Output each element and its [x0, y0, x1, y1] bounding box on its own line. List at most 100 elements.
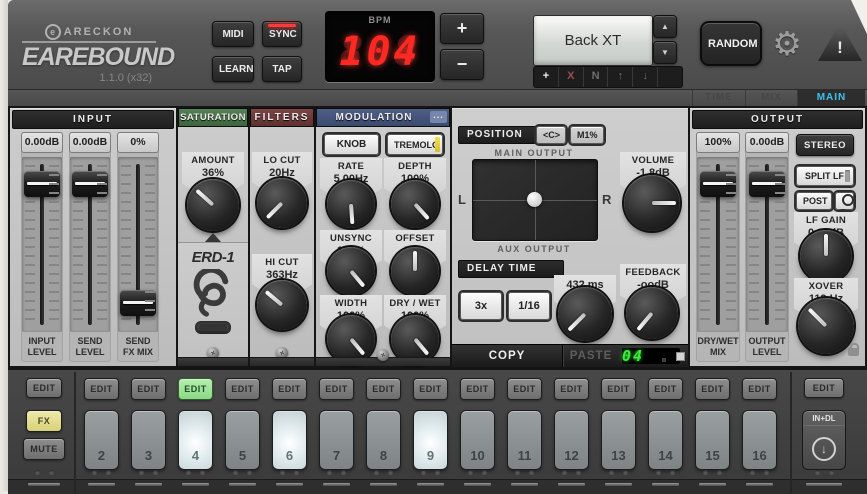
pad-15-edit-button[interactable]: EDIT	[695, 378, 730, 400]
pad-11-edit-button[interactable]: EDIT	[507, 378, 542, 400]
pad-9-edit-button[interactable]: EDIT	[413, 378, 448, 400]
preset-prev-button[interactable]: ↑	[608, 67, 633, 87]
bpm-decrease-button[interactable]: −	[440, 49, 484, 80]
input-level-fader: 0.00dB INPUT LEVEL	[21, 132, 63, 362]
depth-knob[interactable]	[391, 180, 439, 228]
pad-10[interactable]: 10	[460, 410, 495, 470]
pad-10-edit-button[interactable]: EDIT	[460, 378, 495, 400]
pad-10-leds	[460, 470, 495, 475]
dry-wet-knob[interactable]	[391, 315, 439, 363]
random-button[interactable]: RANDOM	[700, 21, 762, 66]
delay-time-knob[interactable]	[558, 287, 612, 341]
gear-icon[interactable]: ⚙	[769, 25, 805, 61]
resize-grip[interactable]	[676, 352, 685, 361]
position-center-button[interactable]: <C>	[536, 126, 566, 144]
offset-knob[interactable]	[391, 247, 439, 295]
pad-13-edit-button[interactable]: EDIT	[601, 378, 636, 400]
master-edit-button[interactable]: EDIT	[26, 378, 62, 398]
unsync-knob[interactable]	[327, 247, 375, 295]
preset-down-button[interactable]: ▼	[653, 41, 677, 64]
pad-4-tick	[182, 483, 209, 486]
post-button[interactable]: POST	[796, 192, 832, 210]
in-dl-button[interactable]: IN+DL ↓	[802, 410, 846, 470]
pad-14-edit-button[interactable]: EDIT	[648, 378, 683, 400]
pad-3[interactable]: 3	[131, 410, 166, 470]
tab-main[interactable]: MAIN	[797, 90, 865, 106]
preset-delete-button[interactable]: X	[559, 67, 584, 87]
master-fx-button[interactable]: FX	[26, 410, 62, 432]
position-dot[interactable]	[527, 192, 542, 207]
delay-mult-button[interactable]: 3x	[460, 292, 502, 320]
learn-button[interactable]: LEARN	[212, 56, 254, 82]
rate-knob[interactable]	[327, 180, 375, 228]
pad-9-leds	[413, 470, 448, 475]
preset-next-button[interactable]: ↓	[633, 67, 658, 87]
modulation-menu-button[interactable]: ...	[430, 111, 447, 123]
pad-2[interactable]: 2	[84, 410, 119, 470]
indl-edit-button[interactable]: EDIT	[804, 378, 844, 398]
pad-13[interactable]: 13	[601, 410, 636, 470]
pad-7[interactable]: 7	[319, 410, 354, 470]
pad-6[interactable]: 6	[272, 410, 307, 470]
input-level-handle[interactable]	[24, 171, 60, 197]
bpm-increase-button[interactable]: +	[440, 13, 484, 44]
knob-mode-button[interactable]: KNOB	[324, 134, 379, 155]
sync-button[interactable]: SYNC	[262, 21, 302, 47]
position-mono-button[interactable]: M1%	[570, 126, 604, 144]
preset-display[interactable]: Back XT	[533, 15, 653, 66]
erd1-handle[interactable]	[195, 321, 231, 334]
tab-mix[interactable]: MIX	[745, 90, 797, 106]
tab-time[interactable]: TIME	[692, 90, 745, 106]
pad-11[interactable]: 11	[507, 410, 542, 470]
pad-9[interactable]: 9	[413, 410, 448, 470]
pad-column-9: EDIT 9	[413, 370, 448, 493]
stereo-button[interactable]: STEREO	[796, 134, 854, 156]
midi-button[interactable]: MIDI	[212, 21, 254, 47]
pad-16[interactable]: 16	[742, 410, 777, 470]
warning-icon[interactable]: !	[818, 23, 862, 61]
pad-15-leds	[695, 470, 730, 475]
preset-add-button[interactable]: +	[534, 67, 559, 87]
pad-2-edit-button[interactable]: EDIT	[84, 378, 119, 400]
send-level-handle[interactable]	[72, 171, 108, 197]
xover-knob[interactable]	[798, 298, 854, 354]
split-lf-button[interactable]: SPLIT LF	[796, 166, 854, 186]
hi-cut-knob[interactable]	[257, 280, 307, 330]
send-fx-mix-handle[interactable]	[120, 290, 156, 316]
tap-button[interactable]: TAP	[262, 56, 302, 82]
pad-8[interactable]: 8	[366, 410, 401, 470]
pad-3-edit-button[interactable]: EDIT	[131, 378, 166, 400]
pad-6-edit-button[interactable]: EDIT	[272, 378, 307, 400]
lo-cut-knob[interactable]	[257, 178, 307, 228]
output-level-handle[interactable]	[749, 171, 785, 197]
stereo-link-button[interactable]	[835, 192, 854, 210]
master-mute-button[interactable]: MUTE	[23, 438, 65, 460]
tremolo-mode-button[interactable]: TREMOLO	[387, 134, 443, 155]
amount-knob[interactable]	[187, 179, 239, 231]
pad-12[interactable]: 12	[554, 410, 589, 470]
volume-knob[interactable]	[624, 175, 680, 231]
delay-division-button[interactable]: 1/16	[508, 292, 550, 320]
pad-4-edit-button[interactable]: EDIT	[178, 378, 213, 400]
pad-8-edit-button[interactable]: EDIT	[366, 378, 401, 400]
paste-button[interactable]: PASTE	[563, 345, 619, 367]
pad-5-edit-button[interactable]: EDIT	[225, 378, 260, 400]
pad-15[interactable]: 15	[695, 410, 730, 470]
pad-7-edit-button[interactable]: EDIT	[319, 378, 354, 400]
preset-rename-button[interactable]: N	[584, 67, 609, 87]
pad-column-5: EDIT 5	[225, 370, 260, 493]
lf-gain-knob[interactable]	[800, 230, 852, 282]
width-knob[interactable]	[327, 315, 375, 363]
pad-16-edit-button[interactable]: EDIT	[742, 378, 777, 400]
dry-wet-mix-handle[interactable]	[700, 171, 736, 197]
pad-5[interactable]: 5	[225, 410, 260, 470]
pad-14[interactable]: 14	[648, 410, 683, 470]
position-xy-pad[interactable]	[472, 159, 598, 241]
pad-12-edit-button[interactable]: EDIT	[554, 378, 589, 400]
copy-button[interactable]: COPY	[452, 345, 562, 367]
pad-column-15: EDIT 15	[695, 370, 730, 493]
feedback-knob[interactable]	[626, 287, 678, 339]
preset-up-button[interactable]: ▲	[653, 15, 677, 38]
pad-4[interactable]: 4	[178, 410, 213, 470]
send-fx-mix-fader: 0% SEND FX MIX	[117, 132, 159, 362]
